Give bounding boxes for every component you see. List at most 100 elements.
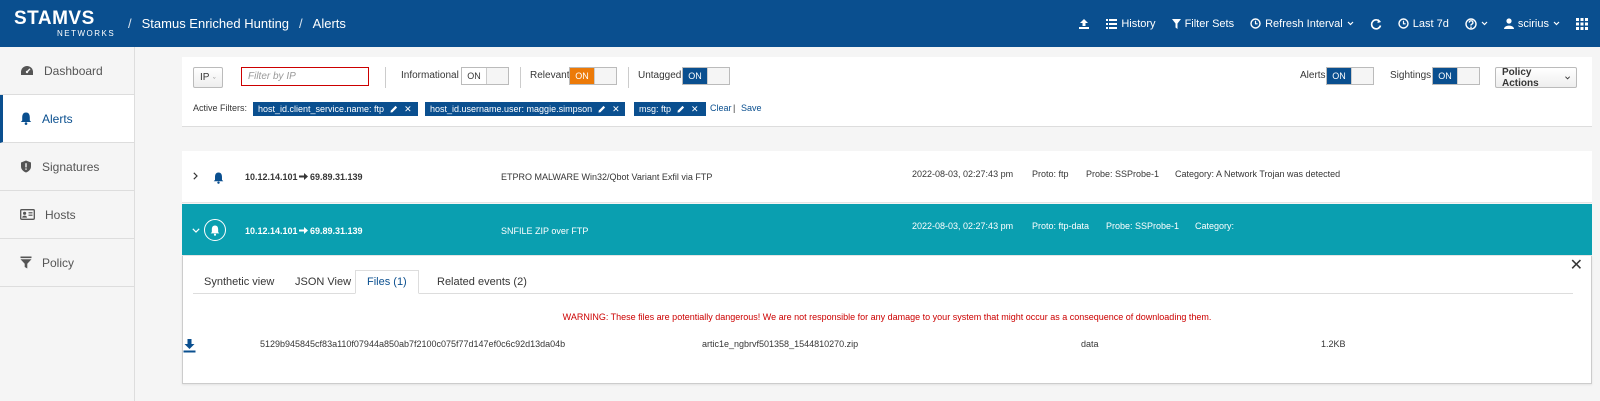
breadcrumb-page: Alerts xyxy=(312,16,346,31)
brand-name: STAMVS xyxy=(14,8,95,29)
sidebar-item-hosts[interactable]: Hosts xyxy=(0,191,134,239)
time-range-button[interactable]: Last 7d xyxy=(1398,18,1449,30)
active-filter-chip[interactable]: msg: ftp ✕ xyxy=(634,102,706,116)
alert-category: Category: A Network Trojan was detected xyxy=(1175,169,1341,179)
alert-message[interactable]: SNFILE ZIP over FTP xyxy=(501,226,588,236)
help-dropdown[interactable] xyxy=(1465,17,1488,30)
list-icon xyxy=(1106,18,1118,29)
tab-related-events[interactable]: Related events (2) xyxy=(426,270,538,294)
filter-input-placeholder: Filter by IP xyxy=(248,71,296,82)
file-row: 5129b945845cf83a110f07944a850ab7f2100c07… xyxy=(183,339,1591,355)
clear-filters-link[interactable]: Clear xyxy=(710,103,732,113)
close-icon[interactable]: ✕ xyxy=(404,104,412,115)
breadcrumb: / Stamus Enriched Hunting / Alerts xyxy=(128,16,346,31)
alert-row-selected[interactable]: 10.12.14.101 69.89.31.139 SNFILE ZIP ove… xyxy=(182,204,1592,256)
relevant-toggle[interactable]: ON xyxy=(569,67,617,85)
divider xyxy=(520,67,521,88)
relevant-label: Relevant xyxy=(530,70,570,81)
untagged-toggle-state: ON xyxy=(683,68,707,84)
bell-badge xyxy=(204,219,226,241)
relevant-toggle-state: ON xyxy=(570,68,594,84)
active-filter-chip[interactable]: host_id.username.user: maggie.simpson ✕ xyxy=(425,102,625,116)
upload-button[interactable] xyxy=(1078,18,1090,30)
alerts-toggle[interactable]: ON xyxy=(1326,67,1374,85)
alert-proto: Proto: ftp xyxy=(1032,169,1069,179)
refresh-interval-dropdown[interactable]: Refresh Interval xyxy=(1250,18,1354,30)
sidebar-item-label: Policy xyxy=(42,255,75,270)
divider xyxy=(628,67,629,88)
policy-actions-dropdown[interactable]: Policy Actions xyxy=(1495,67,1577,89)
informational-toggle[interactable]: ON xyxy=(461,67,509,85)
filter-bar: IP Filter by IP Informational ON Relevan… xyxy=(182,57,1592,127)
refresh-icon xyxy=(1370,18,1382,30)
chevron-down-icon[interactable] xyxy=(192,228,200,233)
top-nav-actions: History Filter Sets Refresh Interval Las… xyxy=(1078,0,1588,47)
arrow-right-icon xyxy=(299,173,308,180)
sidebar-item-label: Hosts xyxy=(45,207,76,222)
app-grid-button[interactable] xyxy=(1576,17,1588,30)
shield-icon xyxy=(21,160,31,173)
alert-category: Category: xyxy=(1195,221,1235,231)
close-icon[interactable]: ✕ xyxy=(1570,255,1583,275)
sightings-toggle[interactable]: ON xyxy=(1432,67,1480,85)
alert-row[interactable]: 10.12.14.101 69.89.31.139 ETPRO MALWARE … xyxy=(182,151,1592,203)
alerts-label: Alerts xyxy=(1300,70,1326,81)
download-warning: WARNING: These files are potentially dan… xyxy=(562,312,1212,322)
pencil-icon[interactable] xyxy=(598,105,606,113)
src-ip[interactable]: 10.12.14.101 xyxy=(245,172,298,182)
sidebar-item-signatures[interactable]: Signatures xyxy=(0,143,134,191)
alert-message[interactable]: ETPRO MALWARE Win32/Qbot Variant Exfil v… xyxy=(501,172,712,182)
save-filters-link[interactable]: Save xyxy=(741,103,762,113)
sidebar-item-dashboard[interactable]: Dashboard xyxy=(0,47,134,95)
chevron-right-icon[interactable] xyxy=(193,172,198,180)
untagged-toggle[interactable]: ON xyxy=(682,67,730,85)
history-label: History xyxy=(1121,17,1156,30)
tab-json-view[interactable]: JSON View xyxy=(284,270,362,294)
informational-toggle-state: ON xyxy=(462,68,486,84)
clock-icon xyxy=(1398,18,1409,29)
sidebar-item-policy[interactable]: Policy xyxy=(0,239,134,287)
filter-input[interactable]: Filter by IP xyxy=(241,67,369,86)
file-hash: 5129b945845cf83a110f07944a850ab7f2100c07… xyxy=(260,339,566,349)
download-icon[interactable] xyxy=(183,339,196,353)
sidebar-item-label: Signatures xyxy=(42,159,100,174)
close-icon[interactable]: ✕ xyxy=(691,104,699,115)
tab-files[interactable]: Files (1) xyxy=(355,270,419,294)
alerts-toggle-state: ON xyxy=(1327,68,1351,84)
filter-field-value: IP xyxy=(200,72,210,83)
stamus-logo[interactable]: STAMVS NETWORKS xyxy=(14,8,114,39)
help-icon xyxy=(1465,17,1477,30)
filter-sets-button[interactable]: Filter Sets xyxy=(1171,17,1235,30)
sidebar-item-label: Alerts xyxy=(42,111,73,126)
chip-label: msg: ftp xyxy=(639,104,672,114)
filter-field-select[interactable]: IP xyxy=(193,67,223,88)
brand-sub: NETWORKS xyxy=(57,29,116,38)
tab-synthetic-view[interactable]: Synthetic view xyxy=(193,270,285,294)
bell-icon xyxy=(210,225,220,236)
src-ip[interactable]: 10.12.14.101 xyxy=(245,226,298,236)
history-button[interactable]: History xyxy=(1106,17,1156,30)
user-menu[interactable]: scirius xyxy=(1503,18,1560,30)
time-range-label: Last 7d xyxy=(1412,17,1449,30)
dashboard-icon xyxy=(21,65,33,75)
chevron-down-icon xyxy=(1347,21,1354,26)
alert-probe: Probe: SSProbe-1 xyxy=(1086,169,1160,179)
sidebar: Dashboard Alerts Signatures Hosts Policy xyxy=(0,47,135,401)
chip-label: host_id.client_service.name: ftp xyxy=(258,104,385,114)
refresh-button[interactable] xyxy=(1370,18,1382,30)
dst-ip[interactable]: 69.89.31.139 xyxy=(310,172,363,182)
close-icon[interactable]: ✕ xyxy=(612,104,620,115)
divider xyxy=(385,67,386,88)
filter-sets-label: Filter Sets xyxy=(1184,17,1235,30)
file-size: 1.2KB xyxy=(1321,339,1346,349)
breadcrumb-app[interactable]: Stamus Enriched Hunting xyxy=(142,16,289,31)
pencil-icon[interactable] xyxy=(390,105,398,113)
active-filter-chip[interactable]: host_id.client_service.name: ftp ✕ xyxy=(253,102,418,116)
sidebar-item-alerts[interactable]: Alerts xyxy=(0,95,134,143)
pencil-icon[interactable] xyxy=(677,105,685,113)
dst-ip[interactable]: 69.89.31.139 xyxy=(310,226,363,236)
alert-proto: Proto: ftp-data xyxy=(1032,221,1090,231)
upload-icon xyxy=(1079,18,1090,29)
chevron-down-icon xyxy=(213,76,216,79)
clock-icon xyxy=(1250,18,1261,29)
